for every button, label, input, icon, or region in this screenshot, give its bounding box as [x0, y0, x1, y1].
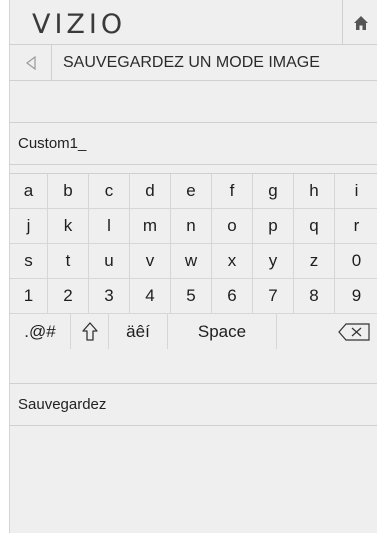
- key-s[interactable]: s: [10, 244, 48, 279]
- key-c[interactable]: c: [89, 174, 130, 209]
- key-3[interactable]: 3: [89, 279, 130, 314]
- key-m[interactable]: m: [130, 209, 171, 244]
- page-title: SAUVEGARDEZ UN MODE IMAGE: [63, 54, 320, 71]
- key-l[interactable]: l: [89, 209, 130, 244]
- key-x[interactable]: x: [212, 244, 253, 279]
- key-2[interactable]: 2: [48, 279, 89, 314]
- key-8[interactable]: 8: [294, 279, 335, 314]
- name-input-field[interactable]: Custom1_: [10, 123, 377, 165]
- key-t[interactable]: t: [48, 244, 89, 279]
- keyboard-row: .@# äêí Space: [10, 314, 377, 349]
- keyboard-row: j k l m n o p q r: [10, 209, 377, 244]
- key-5[interactable]: 5: [171, 279, 212, 314]
- keyboard-row: 1 2 3 4 5 6 7 8 9: [10, 279, 377, 314]
- key-space[interactable]: Space: [168, 314, 277, 349]
- key-k[interactable]: k: [48, 209, 89, 244]
- vizio-logo: VIZIO: [32, 9, 127, 40]
- key-o[interactable]: o: [212, 209, 253, 244]
- key-7[interactable]: 7: [253, 279, 294, 314]
- key-j[interactable]: j: [10, 209, 48, 244]
- key-i[interactable]: i: [335, 174, 377, 209]
- key-f[interactable]: f: [212, 174, 253, 209]
- title-bar: SAUVEGARDEZ UN MODE IMAGE: [10, 45, 377, 81]
- spacer-row: [10, 81, 377, 123]
- key-p[interactable]: p: [253, 209, 294, 244]
- key-y[interactable]: y: [253, 244, 294, 279]
- key-w[interactable]: w: [171, 244, 212, 279]
- key-9[interactable]: 9: [335, 279, 377, 314]
- keyboard-row: a b c d e f g h i: [10, 174, 377, 209]
- key-0[interactable]: 0: [335, 244, 377, 279]
- keyboard-row: s t u v w x y z 0: [10, 244, 377, 279]
- key-g[interactable]: g: [253, 174, 294, 209]
- back-button[interactable]: [10, 45, 52, 80]
- key-z[interactable]: z: [294, 244, 335, 279]
- key-accents[interactable]: äêí: [109, 314, 168, 349]
- key-d[interactable]: d: [130, 174, 171, 209]
- name-input-value: Custom1_: [18, 135, 87, 152]
- key-e[interactable]: e: [171, 174, 212, 209]
- on-screen-keyboard: a b c d e f g h i j k l m n o p q r s t …: [10, 173, 377, 384]
- save-button-label: Sauvegardez: [18, 396, 107, 413]
- key-backspace[interactable]: [277, 314, 377, 349]
- home-button[interactable]: [342, 0, 377, 45]
- save-button[interactable]: Sauvegardez: [10, 384, 377, 426]
- key-r[interactable]: r: [335, 209, 377, 244]
- back-arrow-icon: [25, 55, 36, 70]
- key-n[interactable]: n: [171, 209, 212, 244]
- key-u[interactable]: u: [89, 244, 130, 279]
- key-q[interactable]: q: [294, 209, 335, 244]
- key-a[interactable]: a: [10, 174, 48, 209]
- key-v[interactable]: v: [130, 244, 171, 279]
- shift-arrow-icon: [81, 321, 98, 341]
- settings-panel: VIZIO SAUVEGARDEZ UN MODE IMAGE Custom1_…: [9, 0, 377, 533]
- key-h[interactable]: h: [294, 174, 335, 209]
- key-b[interactable]: b: [48, 174, 89, 209]
- key-1[interactable]: 1: [10, 279, 48, 314]
- key-6[interactable]: 6: [212, 279, 253, 314]
- header: VIZIO: [10, 0, 377, 45]
- backspace-icon: [338, 322, 370, 341]
- key-4[interactable]: 4: [130, 279, 171, 314]
- key-symbols[interactable]: .@#: [10, 314, 71, 349]
- home-icon: [353, 15, 368, 30]
- key-shift[interactable]: [71, 314, 109, 349]
